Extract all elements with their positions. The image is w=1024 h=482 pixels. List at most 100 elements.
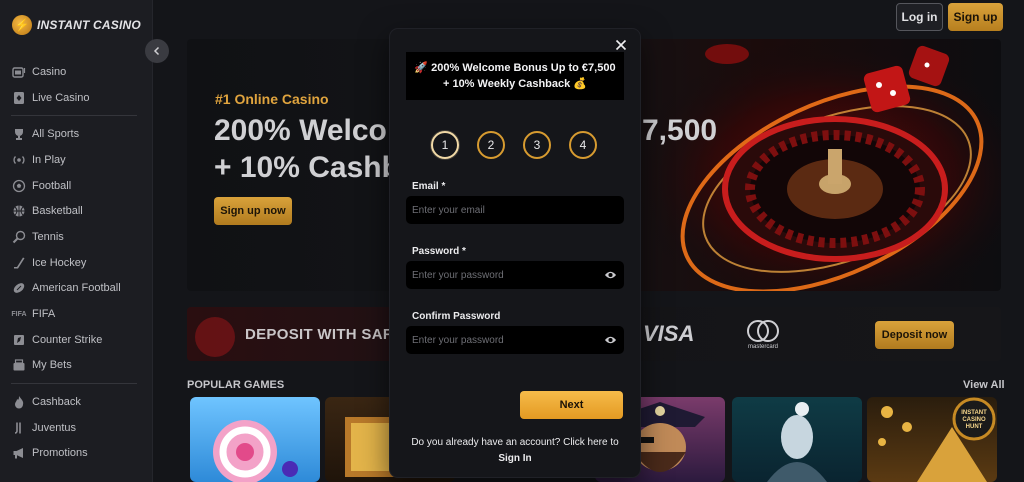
brand-logo[interactable]: ⚡ INSTANT CASINO xyxy=(12,15,141,35)
password-field[interactable]: Enter your password xyxy=(406,261,624,289)
sidebar-item-my-bets[interactable]: My Bets xyxy=(0,353,153,379)
sidebar-item-label: Ice Hockey xyxy=(32,256,87,269)
sidebar-item-label: All Sports xyxy=(32,128,80,141)
slot-machine-icon xyxy=(11,64,27,80)
step-3-indicator: 3 xyxy=(523,131,551,159)
hero-kicker: #1 Online Casino xyxy=(215,91,329,107)
collapse-sidebar-button[interactable] xyxy=(145,39,169,63)
sidebar-item-label: Tennis xyxy=(32,230,64,243)
sign-in-link[interactable]: Sign In xyxy=(400,451,630,467)
signup-steps: 1 2 3 4 xyxy=(431,131,597,159)
step-4-indicator: 4 xyxy=(569,131,597,159)
basketball-icon xyxy=(11,203,27,219)
confirm-password-label: Confirm Password xyxy=(412,311,501,322)
visa-logo: VISA xyxy=(643,321,695,346)
confirm-password-field[interactable]: Enter your password xyxy=(406,326,624,354)
tennis-racket-icon xyxy=(11,229,27,245)
mastercard-logo: mastercard xyxy=(741,318,785,352)
sidebar-item-label: My Bets xyxy=(32,359,72,372)
hero-headline: 200% Welco + 10% Cashb xyxy=(214,112,400,186)
sidebar-item-football[interactable]: Football xyxy=(0,173,153,199)
next-button[interactable]: Next xyxy=(520,391,623,419)
view-all-link[interactable]: View All xyxy=(963,379,1005,391)
megaphone-icon xyxy=(11,445,27,461)
game-tile-casino-hunt[interactable]: INSTANT CASINO HUNT xyxy=(867,397,997,482)
sidebar-item-tennis[interactable]: Tennis xyxy=(0,224,153,250)
counter-strike-icon xyxy=(11,332,27,348)
deposit-banner-text: DEPOSIT WITH SAF xyxy=(245,326,393,343)
page: ⚡ INSTANT CASINO Casino Live Casino All … xyxy=(0,0,1024,482)
have-account-text: Do you already have an account? Click he… xyxy=(400,435,630,467)
password-placeholder: Enter your password xyxy=(412,269,504,281)
game-tile-warrior[interactable] xyxy=(732,397,862,482)
email-field[interactable]: Enter your email xyxy=(406,196,624,224)
popular-games-title: POPULAR GAMES xyxy=(187,379,285,391)
sidebar-item-label: In Play xyxy=(32,153,66,166)
hero-signup-button[interactable]: Sign up now xyxy=(214,197,292,225)
show-confirm-password-eye-icon[interactable] xyxy=(604,334,617,346)
sidebar-item-label: FIFA xyxy=(32,308,56,321)
soccer-ball-icon xyxy=(11,178,27,194)
sidebar-item-juventus[interactable]: Juventus xyxy=(0,415,153,441)
sidebar: ⚡ INSTANT CASINO Casino Live Casino All … xyxy=(0,0,153,482)
hero-headline-line1: 200% Welco xyxy=(214,114,387,147)
roulette-illustration xyxy=(627,39,1001,291)
hero-headline-amount: 7,500 xyxy=(642,114,718,147)
have-account-prompt: Do you already have an account? Click he… xyxy=(411,437,619,448)
sidebar-item-promotions[interactable]: Promotions xyxy=(0,441,153,467)
bets-icon xyxy=(11,357,27,373)
promo-line-2: + 10% Weekly Cashback 💰 xyxy=(442,78,588,90)
sidebar-item-all-sports[interactable]: All Sports xyxy=(0,121,153,147)
sidebar-item-cashback[interactable]: Cashback xyxy=(0,389,153,415)
candy-lollipop-icon xyxy=(213,420,298,482)
step-2-indicator: 2 xyxy=(477,131,505,159)
sidebar-item-label: Counter Strike xyxy=(32,333,103,346)
sidebar-item-label: Cashback xyxy=(32,396,81,409)
american-football-icon xyxy=(11,280,27,296)
sidebar-item-label: Juventus xyxy=(32,421,77,434)
sidebar-item-label: Promotions xyxy=(32,447,88,460)
dice-decoration-icon xyxy=(195,317,235,357)
deposit-now-button[interactable]: Deposit now xyxy=(875,321,954,349)
broadcast-icon xyxy=(11,152,27,168)
password-label: Password * xyxy=(412,246,466,257)
sidebar-item-fifa[interactable]: FIFA FIFA xyxy=(0,301,153,327)
sidebar-item-label: Basketball xyxy=(32,205,83,218)
sidebar-item-counter-strike[interactable]: Counter Strike xyxy=(0,327,153,353)
mastercard-label: mastercard xyxy=(747,344,778,350)
sidebar-divider xyxy=(11,383,137,385)
sidebar-item-live-casino[interactable]: Live Casino xyxy=(0,85,153,111)
close-icon xyxy=(615,39,627,51)
login-button[interactable]: Log in xyxy=(896,3,943,31)
show-password-eye-icon[interactable] xyxy=(604,269,617,281)
sidebar-item-label: Casino xyxy=(32,65,67,78)
brand-name: INSTANT CASINO xyxy=(37,18,141,32)
email-placeholder: Enter your email xyxy=(412,204,485,216)
sidebar-item-label: Football xyxy=(32,179,72,192)
hero-headline-line2: + 10% Cashb xyxy=(214,151,400,184)
game-tile-candy[interactable] xyxy=(190,397,320,482)
trophy-icon xyxy=(11,126,27,142)
sidebar-divider xyxy=(11,115,137,117)
sidebar-item-casino[interactable]: Casino xyxy=(0,59,153,85)
hockey-stick-icon xyxy=(11,255,27,271)
signup-button[interactable]: Sign up xyxy=(948,3,1003,31)
flame-icon xyxy=(11,394,27,410)
sidebar-item-basketball[interactable]: Basketball xyxy=(0,198,153,224)
step-1-indicator: 1 xyxy=(431,131,459,159)
fifa-icon: FIFA xyxy=(11,310,27,318)
warrior-character-icon xyxy=(767,402,827,482)
chevron-left-icon xyxy=(153,46,160,56)
sidebar-item-american-football[interactable]: American Football xyxy=(0,276,153,302)
sidebar-item-in-play[interactable]: In Play xyxy=(0,147,153,173)
casino-hunt-badge: INSTANT CASINO HUNT xyxy=(961,410,987,430)
lightning-logo-icon: ⚡ xyxy=(12,15,32,35)
sidebar-nav-casino: Casino Live Casino All Sports In Play Fo… xyxy=(0,59,153,466)
promo-line-1: 🚀 200% Welcome Bonus Up to €7,500 xyxy=(414,62,616,74)
sidebar-item-ice-hockey[interactable]: Ice Hockey xyxy=(0,250,153,276)
email-label: Email * xyxy=(412,181,446,192)
juventus-icon xyxy=(11,420,27,436)
sidebar-item-label: American Football xyxy=(32,282,121,295)
sidebar-item-label: Live Casino xyxy=(32,91,90,104)
signup-modal: 🚀 200% Welcome Bonus Up to €7,500 + 10% … xyxy=(390,29,640,477)
